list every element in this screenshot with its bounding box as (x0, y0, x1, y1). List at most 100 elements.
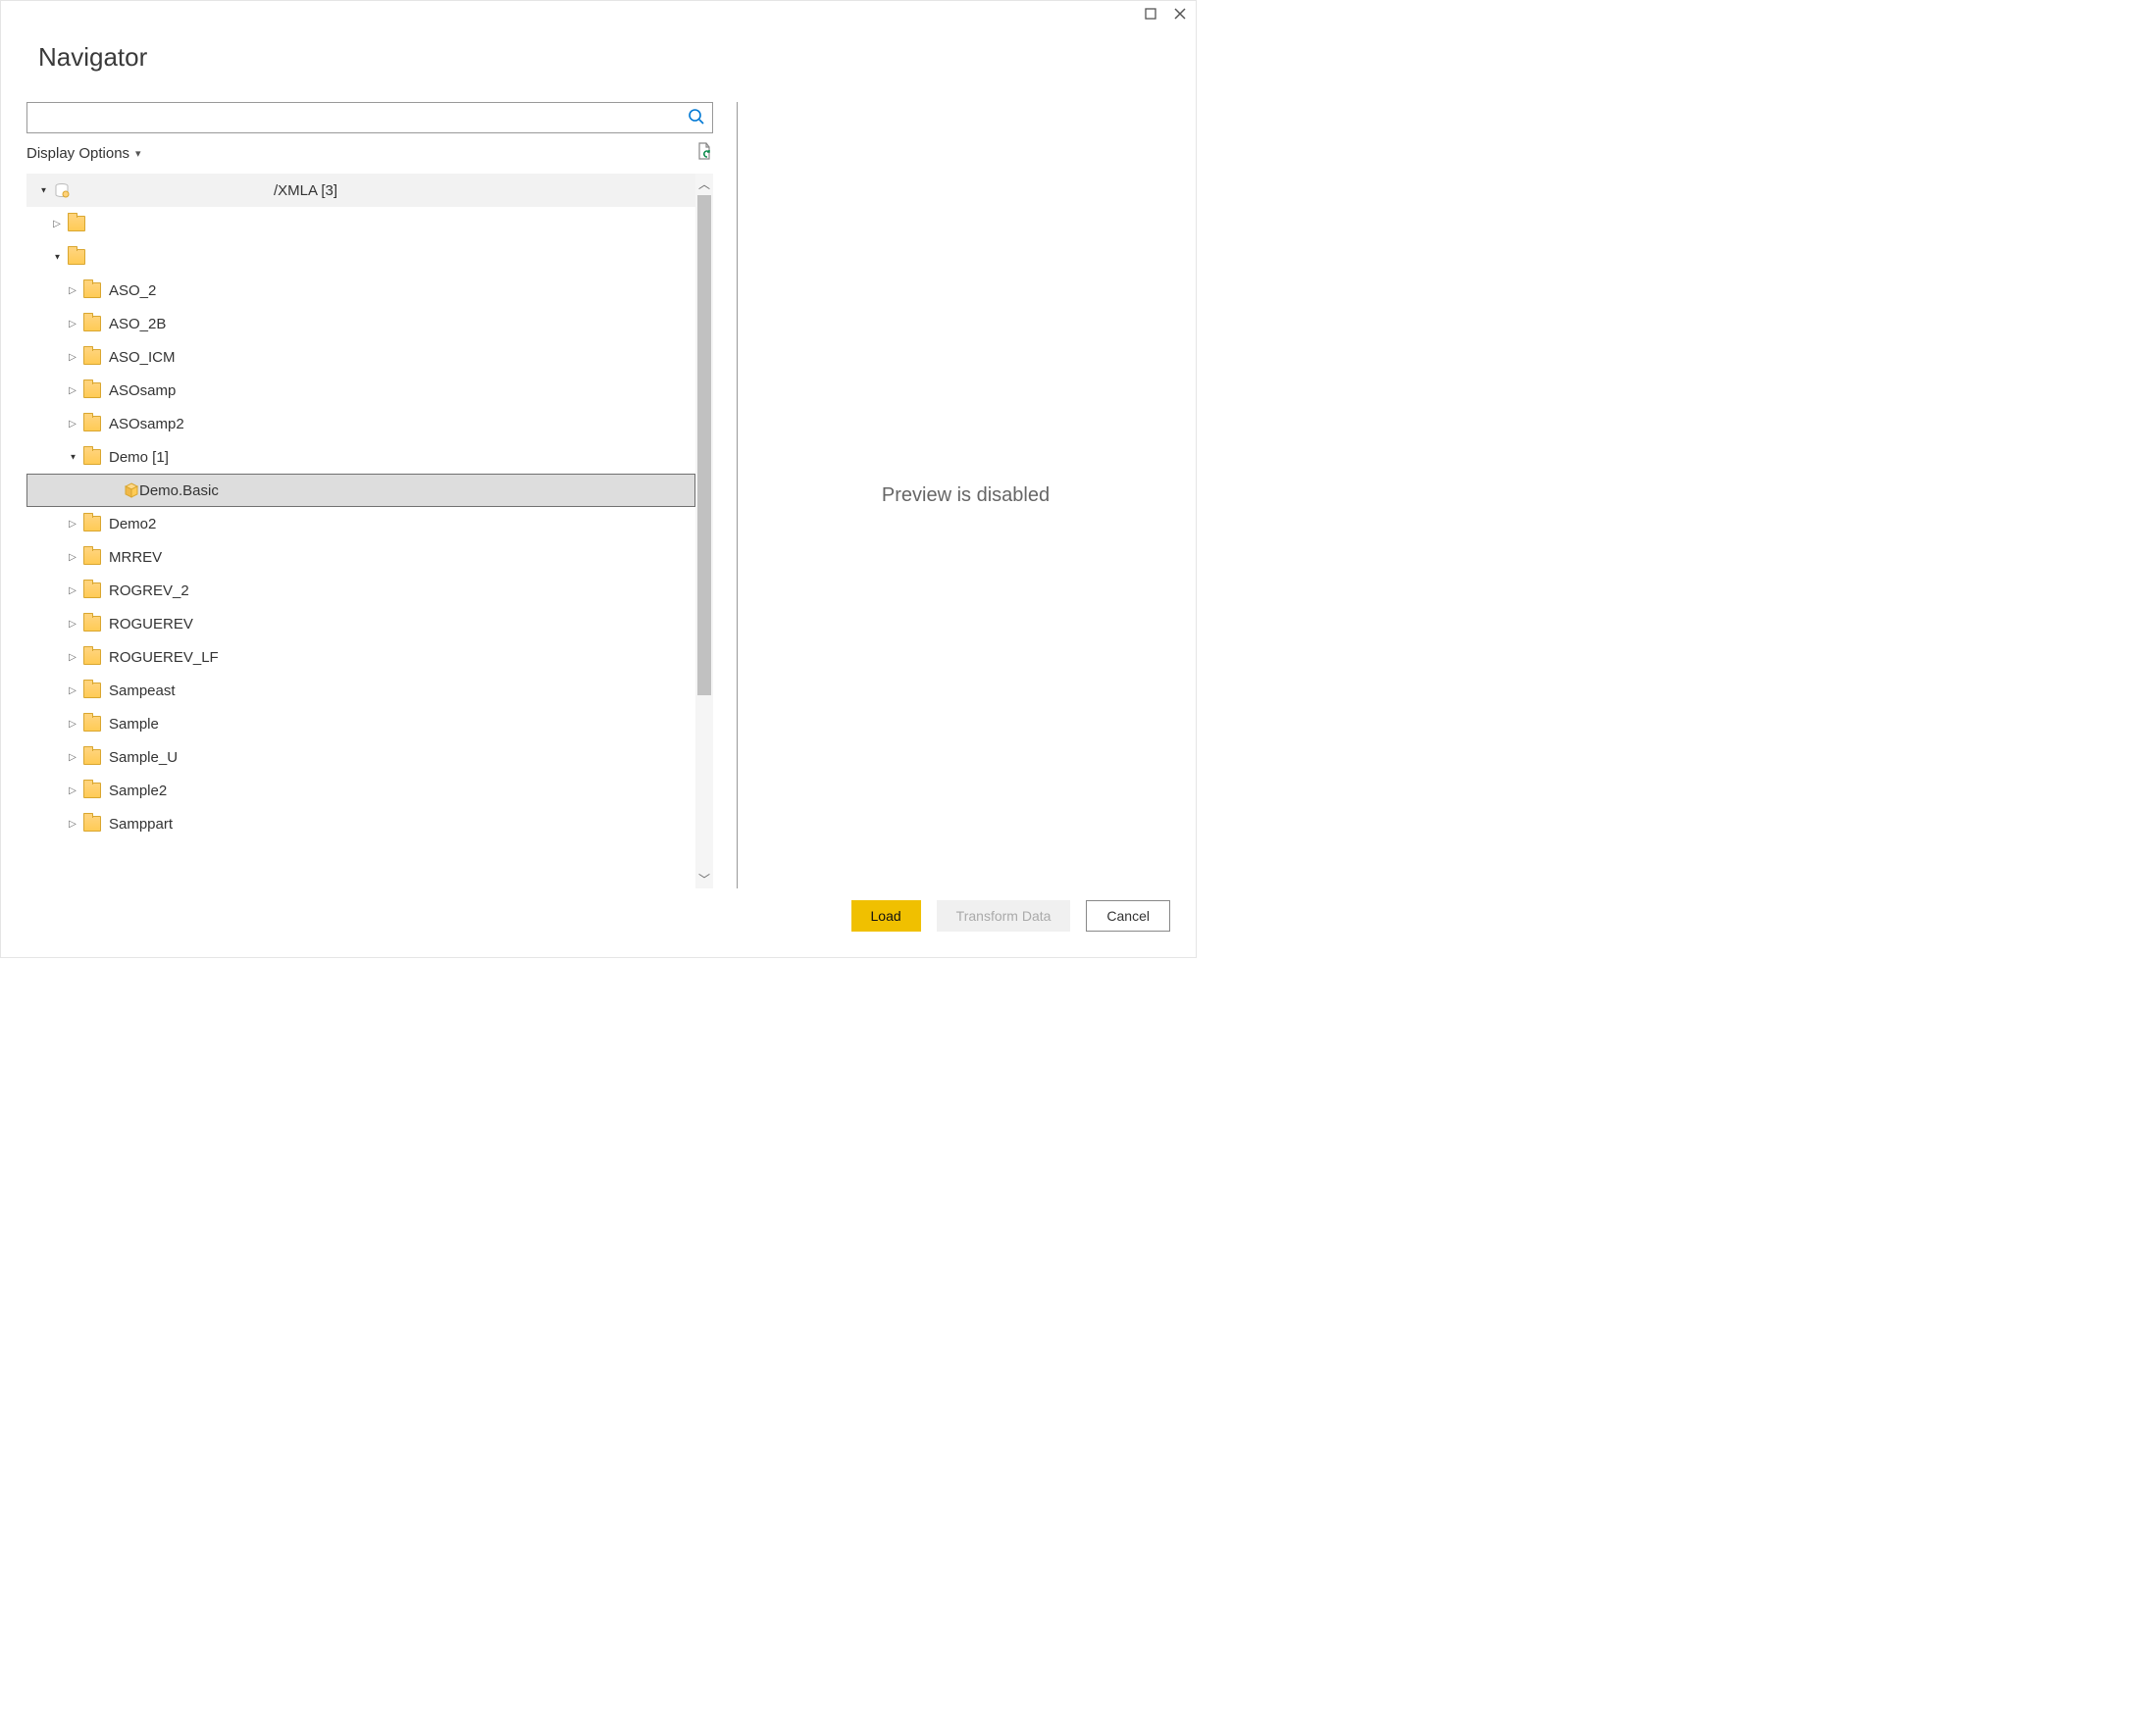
maximize-icon[interactable] (1145, 7, 1156, 25)
tree-node[interactable]: MRREV (26, 540, 695, 574)
tree-node[interactable]: ASO_ICM (26, 340, 695, 374)
toggle-icon[interactable] (66, 352, 79, 363)
toggle-icon[interactable] (66, 385, 79, 396)
database-icon (54, 182, 70, 198)
tree-node[interactable]: ASOsamp2 (26, 407, 695, 440)
tree-node-label: Sample (109, 716, 159, 733)
chevron-down-icon: ▾ (135, 147, 141, 160)
tree-node-label: ASO_ICM (109, 349, 176, 366)
folder-icon (68, 216, 85, 231)
folder-icon (83, 316, 101, 331)
scroll-up-icon[interactable]: ︿ (695, 174, 713, 193)
tree-node[interactable]: Sample_U (26, 740, 695, 774)
folder-icon (83, 349, 101, 365)
tree-node[interactable]: ASO_2 (26, 274, 695, 307)
tree-node-label: Samppart (109, 816, 173, 833)
tree-node-label: /XMLA [3] (274, 182, 337, 199)
tree-node[interactable] (26, 207, 695, 240)
preview-panel: Preview is disabled (761, 102, 1170, 888)
tree-node-label: ROGUEREV (109, 616, 193, 632)
toggle-icon[interactable] (66, 285, 79, 296)
toggle-icon[interactable] (66, 519, 79, 530)
transform-data-button: Transform Data (937, 900, 1071, 932)
folder-icon (83, 816, 101, 832)
folder-icon (83, 582, 101, 598)
tree-node[interactable]: ASO_2B (26, 307, 695, 340)
toggle-icon[interactable] (66, 752, 79, 763)
tree-node-label: ROGREV_2 (109, 582, 189, 599)
tree-node-label: Demo.Basic (139, 482, 219, 499)
toggle-icon[interactable] (66, 819, 79, 830)
toggle-icon[interactable] (66, 585, 79, 596)
tree: /XMLA [3] ASO_2 AS (26, 174, 695, 888)
tree-node[interactable]: Sample2 (26, 774, 695, 807)
search-icon[interactable] (688, 108, 705, 130)
toggle-icon[interactable] (50, 252, 64, 263)
toggle-icon[interactable] (66, 319, 79, 329)
tree-node-label: ASO_2B (109, 316, 166, 332)
dialog-footer: Load Transform Data Cancel (26, 888, 1170, 947)
toggle-icon[interactable] (66, 785, 79, 796)
preview-message: Preview is disabled (882, 484, 1050, 507)
titlebar (1, 1, 1196, 30)
toggle-icon[interactable] (66, 719, 79, 730)
folder-icon (83, 616, 101, 632)
tree-node[interactable]: Demo2 (26, 507, 695, 540)
tree-root[interactable]: /XMLA [3] (26, 174, 695, 207)
display-options-dropdown[interactable]: Display Options ▾ (26, 145, 141, 162)
scroll-thumb[interactable] (697, 195, 711, 695)
folder-icon (83, 683, 101, 698)
navigator-dialog: Navigator Display Options ▾ (0, 0, 1197, 958)
refresh-icon[interactable] (695, 141, 713, 166)
folder-icon (83, 749, 101, 765)
tree-node[interactable]: Sample (26, 707, 695, 740)
tree-node[interactable]: Samppart (26, 807, 695, 840)
dialog-content: Navigator Display Options ▾ (1, 30, 1196, 957)
folder-icon (83, 549, 101, 565)
load-button[interactable]: Load (851, 900, 921, 932)
tree-container: /XMLA [3] ASO_2 AS (26, 174, 713, 888)
folder-icon (83, 382, 101, 398)
tree-node-label: Sample2 (109, 783, 167, 799)
search-wrapper (26, 102, 713, 133)
left-panel: Display Options ▾ (26, 102, 713, 888)
folder-icon (83, 649, 101, 665)
toggle-icon[interactable] (36, 185, 50, 196)
folder-icon (68, 249, 85, 265)
tree-node[interactable]: ROGREV_2 (26, 574, 695, 607)
toggle-icon[interactable] (66, 685, 79, 696)
tree-node[interactable]: Sampeast (26, 674, 695, 707)
tree-node[interactable] (26, 240, 695, 274)
tree-scrollbar[interactable]: ︿ ﹀ (695, 174, 713, 888)
tree-node-label: Sampeast (109, 683, 176, 699)
folder-icon (83, 716, 101, 732)
tree-node-label: ASO_2 (109, 282, 156, 299)
scroll-down-icon[interactable]: ﹀ (695, 869, 713, 888)
tree-node[interactable]: ROGUEREV (26, 607, 695, 640)
tree-node[interactable]: ASOsamp (26, 374, 695, 407)
close-icon[interactable] (1174, 7, 1186, 25)
tree-node-demo[interactable]: Demo [1] (26, 440, 695, 474)
toggle-icon[interactable] (66, 552, 79, 563)
toggle-icon[interactable] (50, 219, 64, 229)
options-row: Display Options ▾ (26, 141, 713, 166)
tree-node-label: Sample_U (109, 749, 178, 766)
toggle-icon[interactable] (66, 419, 79, 430)
tree-leaf-demo-basic[interactable]: Demo.Basic (26, 474, 695, 507)
panel-divider (737, 102, 738, 888)
search-input[interactable] (26, 102, 713, 133)
dialog-title: Navigator (38, 42, 1158, 73)
cancel-button[interactable]: Cancel (1086, 900, 1170, 932)
toggle-icon[interactable] (66, 619, 79, 630)
tree-node-label: Demo2 (109, 516, 156, 532)
toggle-icon[interactable] (66, 452, 79, 463)
tree-node-label: ROGUEREV_LF (109, 649, 219, 666)
folder-icon (83, 416, 101, 431)
folder-icon (83, 783, 101, 798)
tree-node-label: MRREV (109, 549, 162, 566)
main-area: Display Options ▾ (26, 102, 1170, 888)
display-options-label: Display Options (26, 145, 129, 162)
toggle-icon[interactable] (66, 652, 79, 663)
tree-node[interactable]: ROGUEREV_LF (26, 640, 695, 674)
folder-icon (83, 449, 101, 465)
